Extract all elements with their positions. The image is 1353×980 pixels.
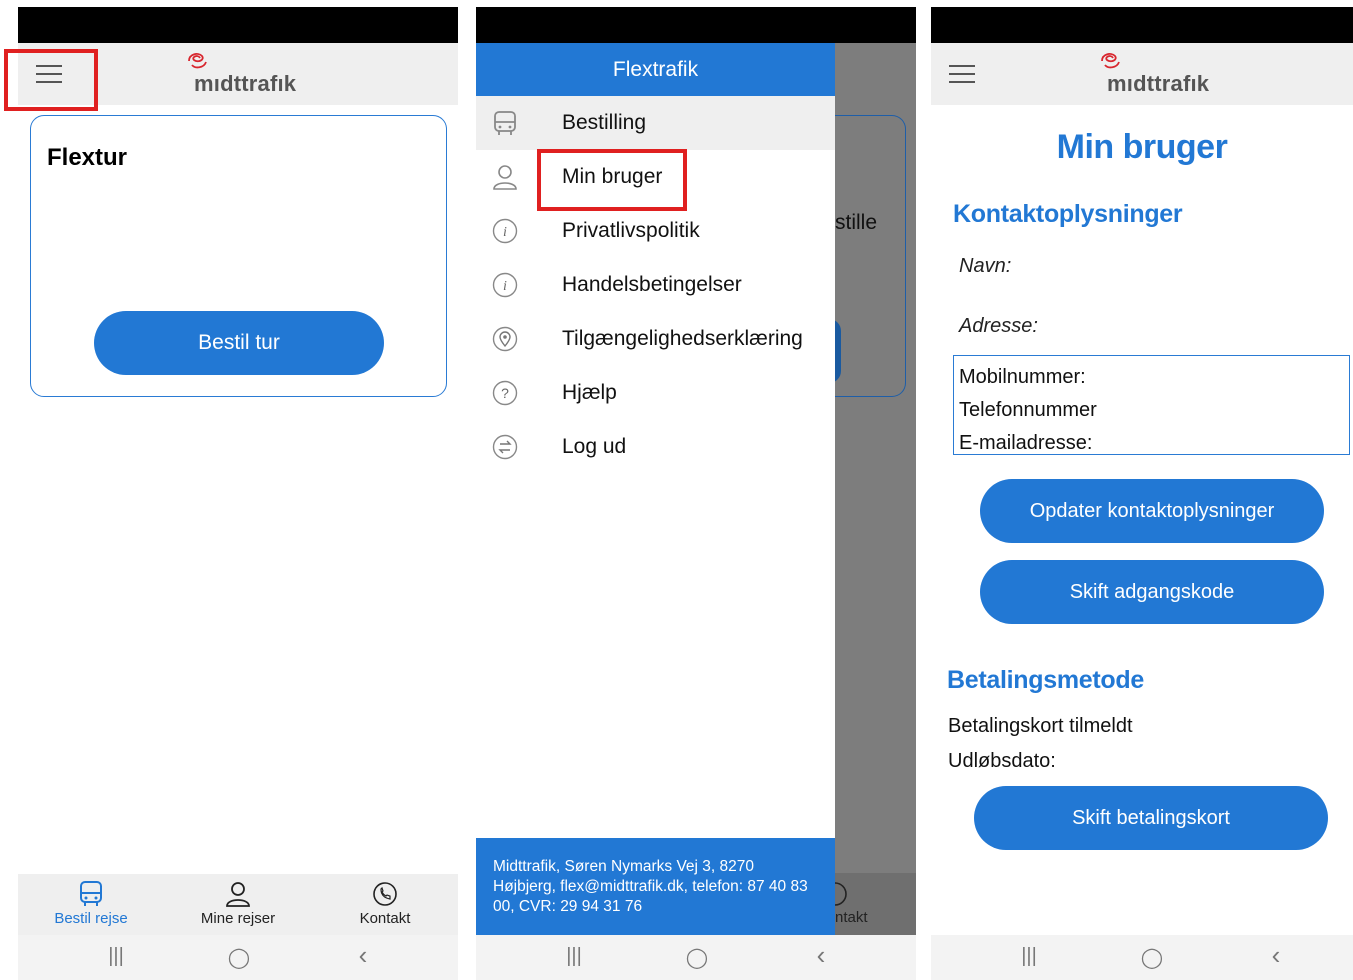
- system-nav-bar: ||| ◯ ‹: [18, 935, 458, 980]
- menu-item-handelsbetingelser[interactable]: i Handelsbetingelser: [476, 258, 835, 312]
- tab-book-trip[interactable]: Bestil rejse: [31, 880, 151, 927]
- behind-text: stille: [835, 211, 878, 234]
- location-pin-icon: [492, 326, 518, 352]
- menu-item-label: Privatlivspolitik: [562, 219, 700, 242]
- logo-text: mıdttrafık: [194, 71, 297, 96]
- tab-contact[interactable]: Kontakt: [325, 880, 445, 927]
- home-button[interactable]: ◯: [224, 945, 254, 970]
- bus-icon: [494, 111, 516, 135]
- menu-item-tilgaengelighed[interactable]: Tilgængelighedserklæring: [476, 312, 835, 366]
- app-bar: mıdttrafık: [931, 43, 1353, 105]
- user-icon: [493, 165, 517, 190]
- menu-icon[interactable]: [949, 65, 975, 83]
- midttrafik-logo: mıdttrafık: [1097, 51, 1217, 99]
- tab-label: Bestil rejse: [54, 910, 128, 927]
- home-screen: mıdttrafık Flextur Bestil tur Bestil rej…: [18, 0, 458, 980]
- status-bar: [931, 7, 1353, 43]
- logout-icon: [492, 434, 518, 460]
- recent-apps-button[interactable]: |||: [101, 945, 131, 968]
- tab-label: Mine rejser: [200, 910, 276, 927]
- contact-heading: Kontaktoplysninger: [953, 200, 1183, 228]
- system-nav-bar: ||| ◯ ‹: [476, 935, 916, 980]
- change-password-button[interactable]: Skift adgangskode: [980, 560, 1324, 624]
- my-user-screen: mıdttrafık Min bruger Kontaktoplysninger…: [931, 0, 1353, 980]
- menu-item-hjaelp[interactable]: ? Hjælp: [476, 366, 835, 420]
- svg-text:i: i: [503, 279, 507, 294]
- menu-screen: stille ntakt Flextrafik Bestilling Min b…: [476, 0, 916, 980]
- svg-text:i: i: [503, 225, 507, 240]
- flextur-card: Flextur Bestil tur: [30, 115, 447, 397]
- menu-item-min-bruger[interactable]: Min bruger: [476, 150, 835, 204]
- page-title: Min bruger: [1056, 128, 1228, 166]
- tab-label: Kontakt: [359, 910, 411, 927]
- bus-icon: [80, 881, 102, 906]
- phone-icon: [373, 882, 397, 906]
- menu-item-label: Hjælp: [562, 381, 617, 404]
- tab-my-trips[interactable]: Mine rejser: [178, 880, 298, 927]
- back-button[interactable]: ‹: [348, 940, 378, 971]
- back-button[interactable]: ‹: [806, 940, 836, 971]
- recent-apps-button[interactable]: |||: [559, 945, 589, 968]
- mobile-label: Mobilnummer:: [959, 366, 1086, 388]
- card-title: Flextur: [47, 144, 128, 171]
- menu-item-label: Bestilling: [562, 111, 647, 134]
- behind-text: ntakt: [835, 909, 868, 926]
- midttrafik-logo: mıdttrafık: [184, 51, 304, 99]
- help-icon: ?: [492, 380, 518, 406]
- drawer-title: Flextrafik: [476, 43, 835, 96]
- user-icon: [226, 882, 250, 907]
- menu-item-log-ud[interactable]: Log ud: [476, 420, 835, 474]
- book-trip-button[interactable]: Bestil tur: [94, 311, 384, 375]
- logo-swirl-icon: [1101, 53, 1120, 69]
- menu-item-label: Handelsbetingelser: [562, 273, 742, 296]
- dimmed-card: [833, 115, 906, 397]
- dimmed-tabbar: ntakt: [835, 873, 916, 935]
- info-icon: i: [492, 218, 518, 244]
- status-bar: [476, 7, 916, 43]
- system-nav-bar: ||| ◯ ‹: [931, 935, 1353, 980]
- change-card-button[interactable]: Skift betalingskort: [974, 786, 1328, 850]
- svg-text:?: ?: [501, 385, 509, 401]
- home-button[interactable]: ◯: [682, 945, 712, 970]
- email-label: E-mailadresse:: [959, 432, 1093, 454]
- menu-item-label: Tilgængelighedserklæring: [562, 327, 803, 350]
- home-button[interactable]: ◯: [1137, 945, 1167, 970]
- bottom-tab-bar: Bestil rejse Mine rejser Kontakt: [18, 874, 458, 935]
- menu-item-privatlivspolitik[interactable]: i Privatlivspolitik: [476, 204, 835, 258]
- navigation-drawer: Flextrafik Bestilling Min bruger i Priva…: [476, 43, 835, 935]
- address-label: Adresse:: [959, 315, 1038, 337]
- drawer-footer: Midttrafik, Søren Nymarks Vej 3, 8270 Hø…: [476, 838, 835, 935]
- contact-details-box: Mobilnummer: Telefonnummer E-mailadresse…: [953, 355, 1350, 455]
- phone-label: Telefonnummer: [959, 399, 1097, 421]
- update-contact-button[interactable]: Opdater kontaktoplysninger: [980, 479, 1324, 543]
- back-button[interactable]: ‹: [1261, 940, 1291, 971]
- menu-item-label: Min bruger: [562, 165, 663, 188]
- card-status-text: Betalingskort tilmeldt: [948, 715, 1133, 737]
- logo-text: mıdttrafık: [1107, 71, 1210, 96]
- payment-heading: Betalingsmetode: [947, 666, 1144, 694]
- dimmed-background[interactable]: stille ntakt: [829, 43, 916, 935]
- menu-icon[interactable]: [36, 65, 62, 83]
- expiry-label: Udløbsdato:: [948, 750, 1056, 772]
- info-icon: i: [492, 272, 518, 298]
- phone-icon: [835, 882, 847, 906]
- logo-swirl-icon: [188, 53, 207, 69]
- status-bar: [18, 7, 458, 43]
- menu-item-label: Log ud: [562, 435, 627, 458]
- recent-apps-button[interactable]: |||: [1014, 945, 1044, 968]
- menu-item-bestilling[interactable]: Bestilling: [476, 96, 835, 150]
- app-bar: mıdttrafık: [18, 43, 458, 105]
- name-label: Navn:: [959, 255, 1012, 277]
